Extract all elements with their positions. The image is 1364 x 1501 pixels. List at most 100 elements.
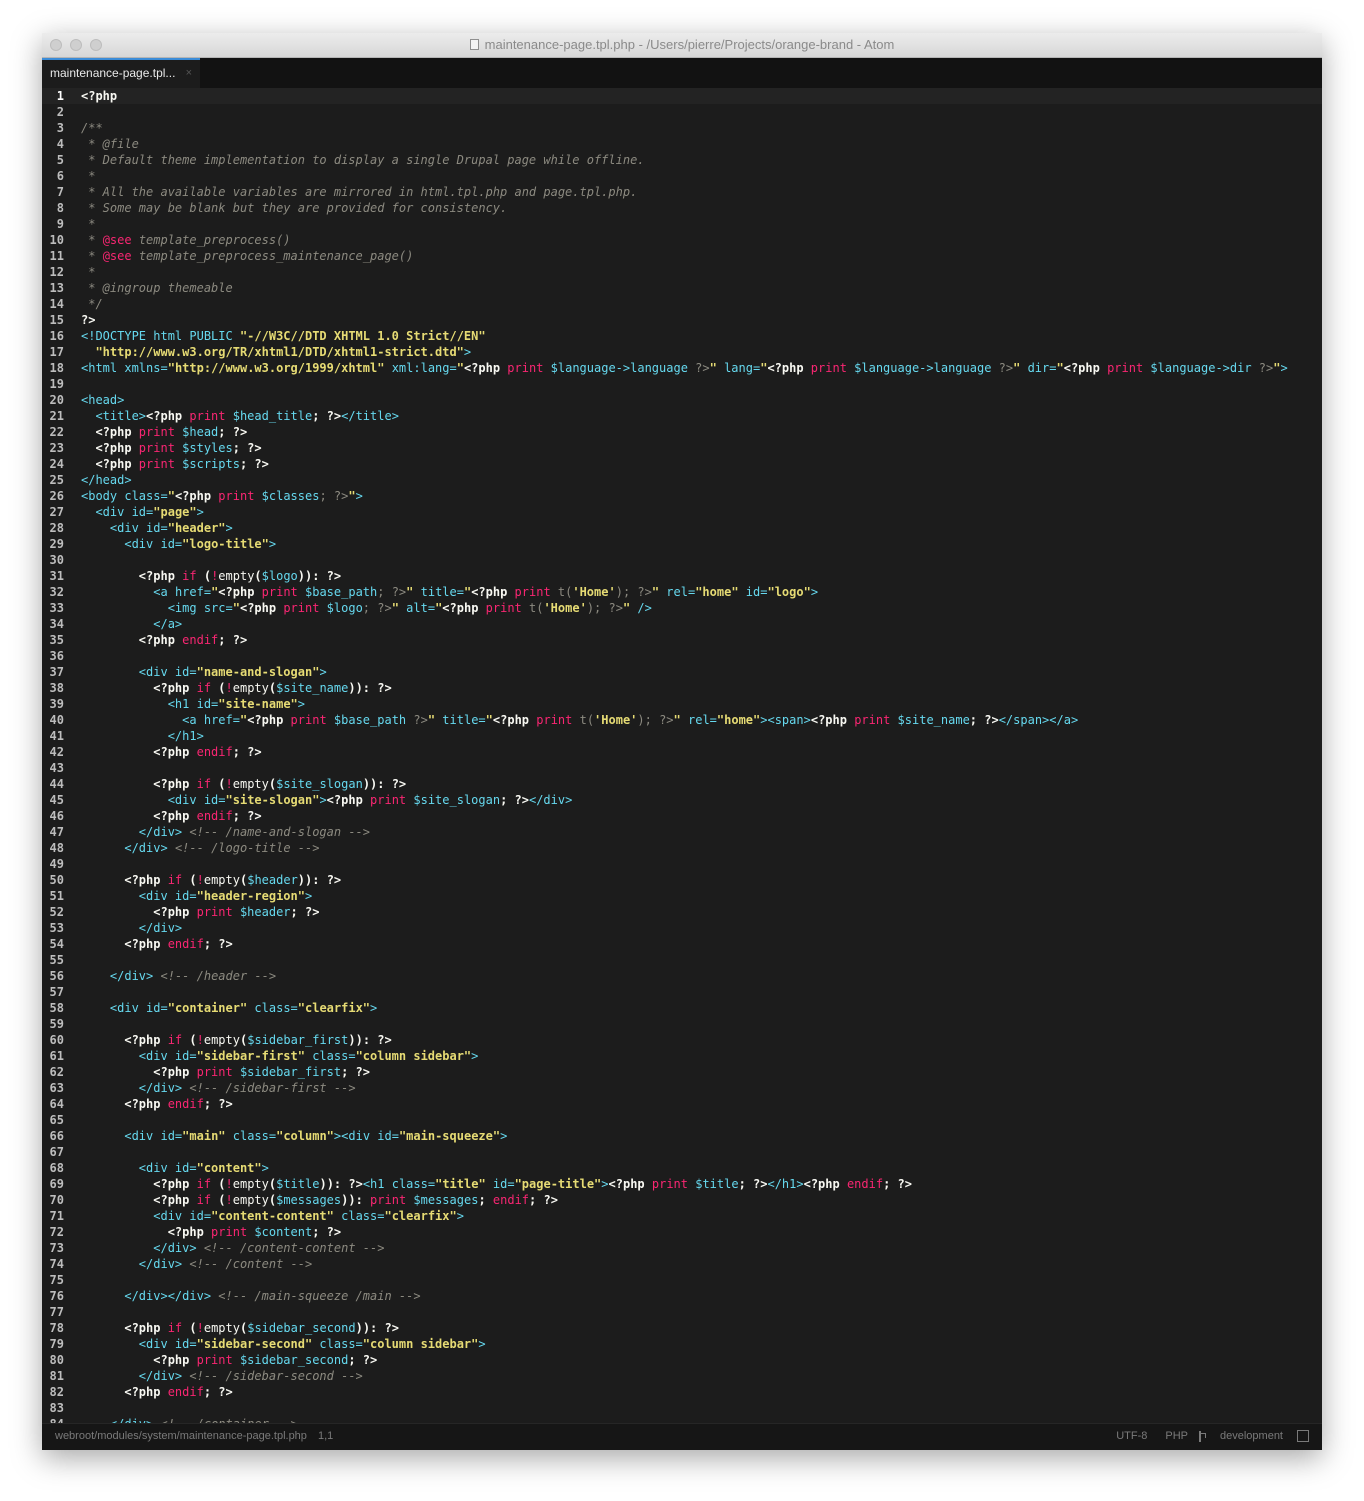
code-line[interactable]: 46 <?php endif; ?>	[42, 808, 1322, 824]
code-line[interactable]: 35 <?php endif; ?>	[42, 632, 1322, 648]
code-line[interactable]: 69 <?php if (!empty($title)): ?><h1 clas…	[42, 1176, 1322, 1192]
code-line[interactable]: 25 </head>	[42, 472, 1322, 488]
code-line[interactable]: 11 * @see template_preprocess_maintenanc…	[42, 248, 1322, 264]
code-line[interactable]: 63 </div> <!-- /sidebar-first -->	[42, 1080, 1322, 1096]
code-line[interactable]: 75	[42, 1272, 1322, 1288]
code-line[interactable]: 10 * @see template_preprocess()	[42, 232, 1322, 248]
code-line[interactable]: 39 <h1 id="site-name">	[42, 696, 1322, 712]
code-line[interactable]: 82 <?php endif; ?>	[42, 1384, 1322, 1400]
code-token: <!-- /main-squeeze /main -->	[211, 1289, 421, 1303]
git-branch[interactable]: development	[1220, 1430, 1283, 1442]
file-path[interactable]: webroot/modules/system/maintenance-page.…	[55, 1430, 307, 1442]
code-line[interactable]: 81 </div> <!-- /sidebar-second -->	[42, 1368, 1322, 1384]
code-line[interactable]: 45 <div id="site-slogan"><?php print $si…	[42, 792, 1322, 808]
code-line[interactable]: 66 <div id="main" class="column"><div id…	[42, 1128, 1322, 1144]
code-line[interactable]: 27 <div id="page">	[42, 504, 1322, 520]
code-line[interactable]: 49	[42, 856, 1322, 872]
code-line[interactable]: 65	[42, 1112, 1322, 1128]
code-line[interactable]: 78 <?php if (!empty($sidebar_second)): ?…	[42, 1320, 1322, 1336]
code-line[interactable]: 7 * All the available variables are mirr…	[42, 184, 1322, 200]
code-line[interactable]: 22 <?php print $head; ?>	[42, 424, 1322, 440]
code-line[interactable]: 48 </div> <!-- /logo-title -->	[42, 840, 1322, 856]
code-line[interactable]: 77	[42, 1304, 1322, 1320]
code-token: <!-- /sidebar-second -->	[182, 1369, 363, 1383]
code-line[interactable]: 71 <div id="content-content" class="clea…	[42, 1208, 1322, 1224]
code-line[interactable]: 73 </div> <!-- /content-content -->	[42, 1240, 1322, 1256]
code-line[interactable]: 21 <title><?php print $head_title; ?></t…	[42, 408, 1322, 424]
code-token: $base_path	[333, 713, 407, 727]
code-line[interactable]: 42 <?php endif; ?>	[42, 744, 1322, 760]
code-line[interactable]: 44 <?php if (!empty($site_slogan)): ?>	[42, 776, 1322, 792]
code-line[interactable]: 55	[42, 952, 1322, 968]
code-line[interactable]: 79 <div id="sidebar-second" class="colum…	[42, 1336, 1322, 1352]
code-line[interactable]: 37 <div id="name-and-slogan">	[42, 664, 1322, 680]
code-line[interactable]: 2	[42, 104, 1322, 120]
code-line[interactable]: 13 * @ingroup themeable	[42, 280, 1322, 296]
code-line[interactable]: 36	[42, 648, 1322, 664]
code-line[interactable]: 4 * @file	[42, 136, 1322, 152]
code-line[interactable]: 8 * Some may be blank but they are provi…	[42, 200, 1322, 216]
code-line[interactable]: 3 /**	[42, 120, 1322, 136]
code-line[interactable]: 76 </div></div> <!-- /main-squeeze /main…	[42, 1288, 1322, 1304]
code-line[interactable]: 43	[42, 760, 1322, 776]
line-number: 23	[49, 441, 64, 455]
code-line[interactable]: 17 "http://www.w3.org/TR/xhtml1/DTD/xhtm…	[42, 344, 1322, 360]
code-line[interactable]: 60 <?php if (!empty($sidebar_first)): ?>	[42, 1032, 1322, 1048]
code-line[interactable]: 5 * Default theme implementation to disp…	[42, 152, 1322, 168]
code-line[interactable]: 9 *	[42, 216, 1322, 232]
code-editor[interactable]: 1 <?php 2 3/** 4 * @file 5 * Default theme im…	[42, 88, 1322, 1424]
code-line[interactable]: 29 <div id="logo-title">	[42, 536, 1322, 552]
code-line[interactable]: 72 <?php print $content; ?>	[42, 1224, 1322, 1240]
code-line[interactable]: 51 <div id="header-region">	[42, 888, 1322, 904]
code-line[interactable]: 56 </div> <!-- /header -->	[42, 968, 1322, 984]
code-line[interactable]: 80 <?php print $sidebar_second; ?>	[42, 1352, 1322, 1368]
tab-close-icon[interactable]: ×	[186, 67, 192, 79]
grammar-selector[interactable]: PHP	[1165, 1430, 1188, 1442]
code-line[interactable]: 58 <div id="container" class="clearfix">	[42, 1000, 1322, 1016]
code-line[interactable]: 23 <?php print $styles; ?>	[42, 440, 1322, 456]
code-line[interactable]: 6 *	[42, 168, 1322, 184]
code-line[interactable]: 40 <a href="<?php print $base_path ?>" t…	[42, 712, 1322, 728]
code-line[interactable]: 31 <?php if (!empty($logo)): ?>	[42, 568, 1322, 584]
code-line[interactable]: 64 <?php endif; ?>	[42, 1096, 1322, 1112]
code-line[interactable]: 18 <html xmlns="http://www.w3.org/1999/xh…	[42, 360, 1322, 376]
code-line[interactable]: 14 */	[42, 296, 1322, 312]
code-token: *	[81, 233, 103, 247]
code-line[interactable]: 20 <head>	[42, 392, 1322, 408]
code-token: "	[709, 361, 717, 375]
code-line[interactable]: 67	[42, 1144, 1322, 1160]
code-line[interactable]: 33 <img src="<?php print $logo; ?>" alt=…	[42, 600, 1322, 616]
tab-maintenance-page[interactable]: maintenance-page.tpl... ×	[42, 58, 200, 88]
code-line[interactable]: 74 </div> <!-- /content -->	[42, 1256, 1322, 1272]
code-line[interactable]: 15 ?>	[42, 312, 1322, 328]
code-line[interactable]: 47 </div> <!-- /name-and-slogan -->	[42, 824, 1322, 840]
code-line[interactable]: 30	[42, 552, 1322, 568]
code-token: $base_path	[305, 585, 378, 599]
code-line[interactable]: 28 <div id="header">	[42, 520, 1322, 536]
code-line[interactable]: 32 <a href="<?php print $base_path; ?>" …	[42, 584, 1322, 600]
code-line[interactable]: 70 <?php if (!empty($messages)): print $…	[42, 1192, 1322, 1208]
code-line[interactable]: 26 <body class="<?php print $classes; ?>"…	[42, 488, 1322, 504]
code-line[interactable]: 41 </h1>	[42, 728, 1322, 744]
cursor-position[interactable]: 1,1	[318, 1430, 333, 1442]
code-line[interactable]: 52 <?php print $header; ?>	[42, 904, 1322, 920]
code-line[interactable]: 12 *	[42, 264, 1322, 280]
code-token: "site-name"	[218, 697, 298, 711]
code-line[interactable]: 62 <?php print $sidebar_first; ?>	[42, 1064, 1322, 1080]
diff-status-icon[interactable]	[1297, 1430, 1309, 1442]
code-line[interactable]: 1 <?php	[42, 88, 1322, 104]
code-line[interactable]: 61 <div id="sidebar-first" class="column…	[42, 1048, 1322, 1064]
code-line[interactable]: 50 <?php if (!empty($header)): ?>	[42, 872, 1322, 888]
code-line[interactable]: 83	[42, 1400, 1322, 1416]
code-line[interactable]: 53 </div>	[42, 920, 1322, 936]
code-line[interactable]: 38 <?php if (!empty($site_name)): ?>	[42, 680, 1322, 696]
code-line[interactable]: 68 <div id="content">	[42, 1160, 1322, 1176]
code-line[interactable]: 54 <?php endif; ?>	[42, 936, 1322, 952]
code-line[interactable]: 59	[42, 1016, 1322, 1032]
code-line[interactable]: 34 </a>	[42, 616, 1322, 632]
code-line[interactable]: 57	[42, 984, 1322, 1000]
code-line[interactable]: 24 <?php print $scripts; ?>	[42, 456, 1322, 472]
code-line[interactable]: 16 <!DOCTYPE html PUBLIC "-//W3C//DTD XHT…	[42, 328, 1322, 344]
code-line[interactable]: 19	[42, 376, 1322, 392]
encoding-selector[interactable]: UTF-8	[1116, 1430, 1147, 1442]
